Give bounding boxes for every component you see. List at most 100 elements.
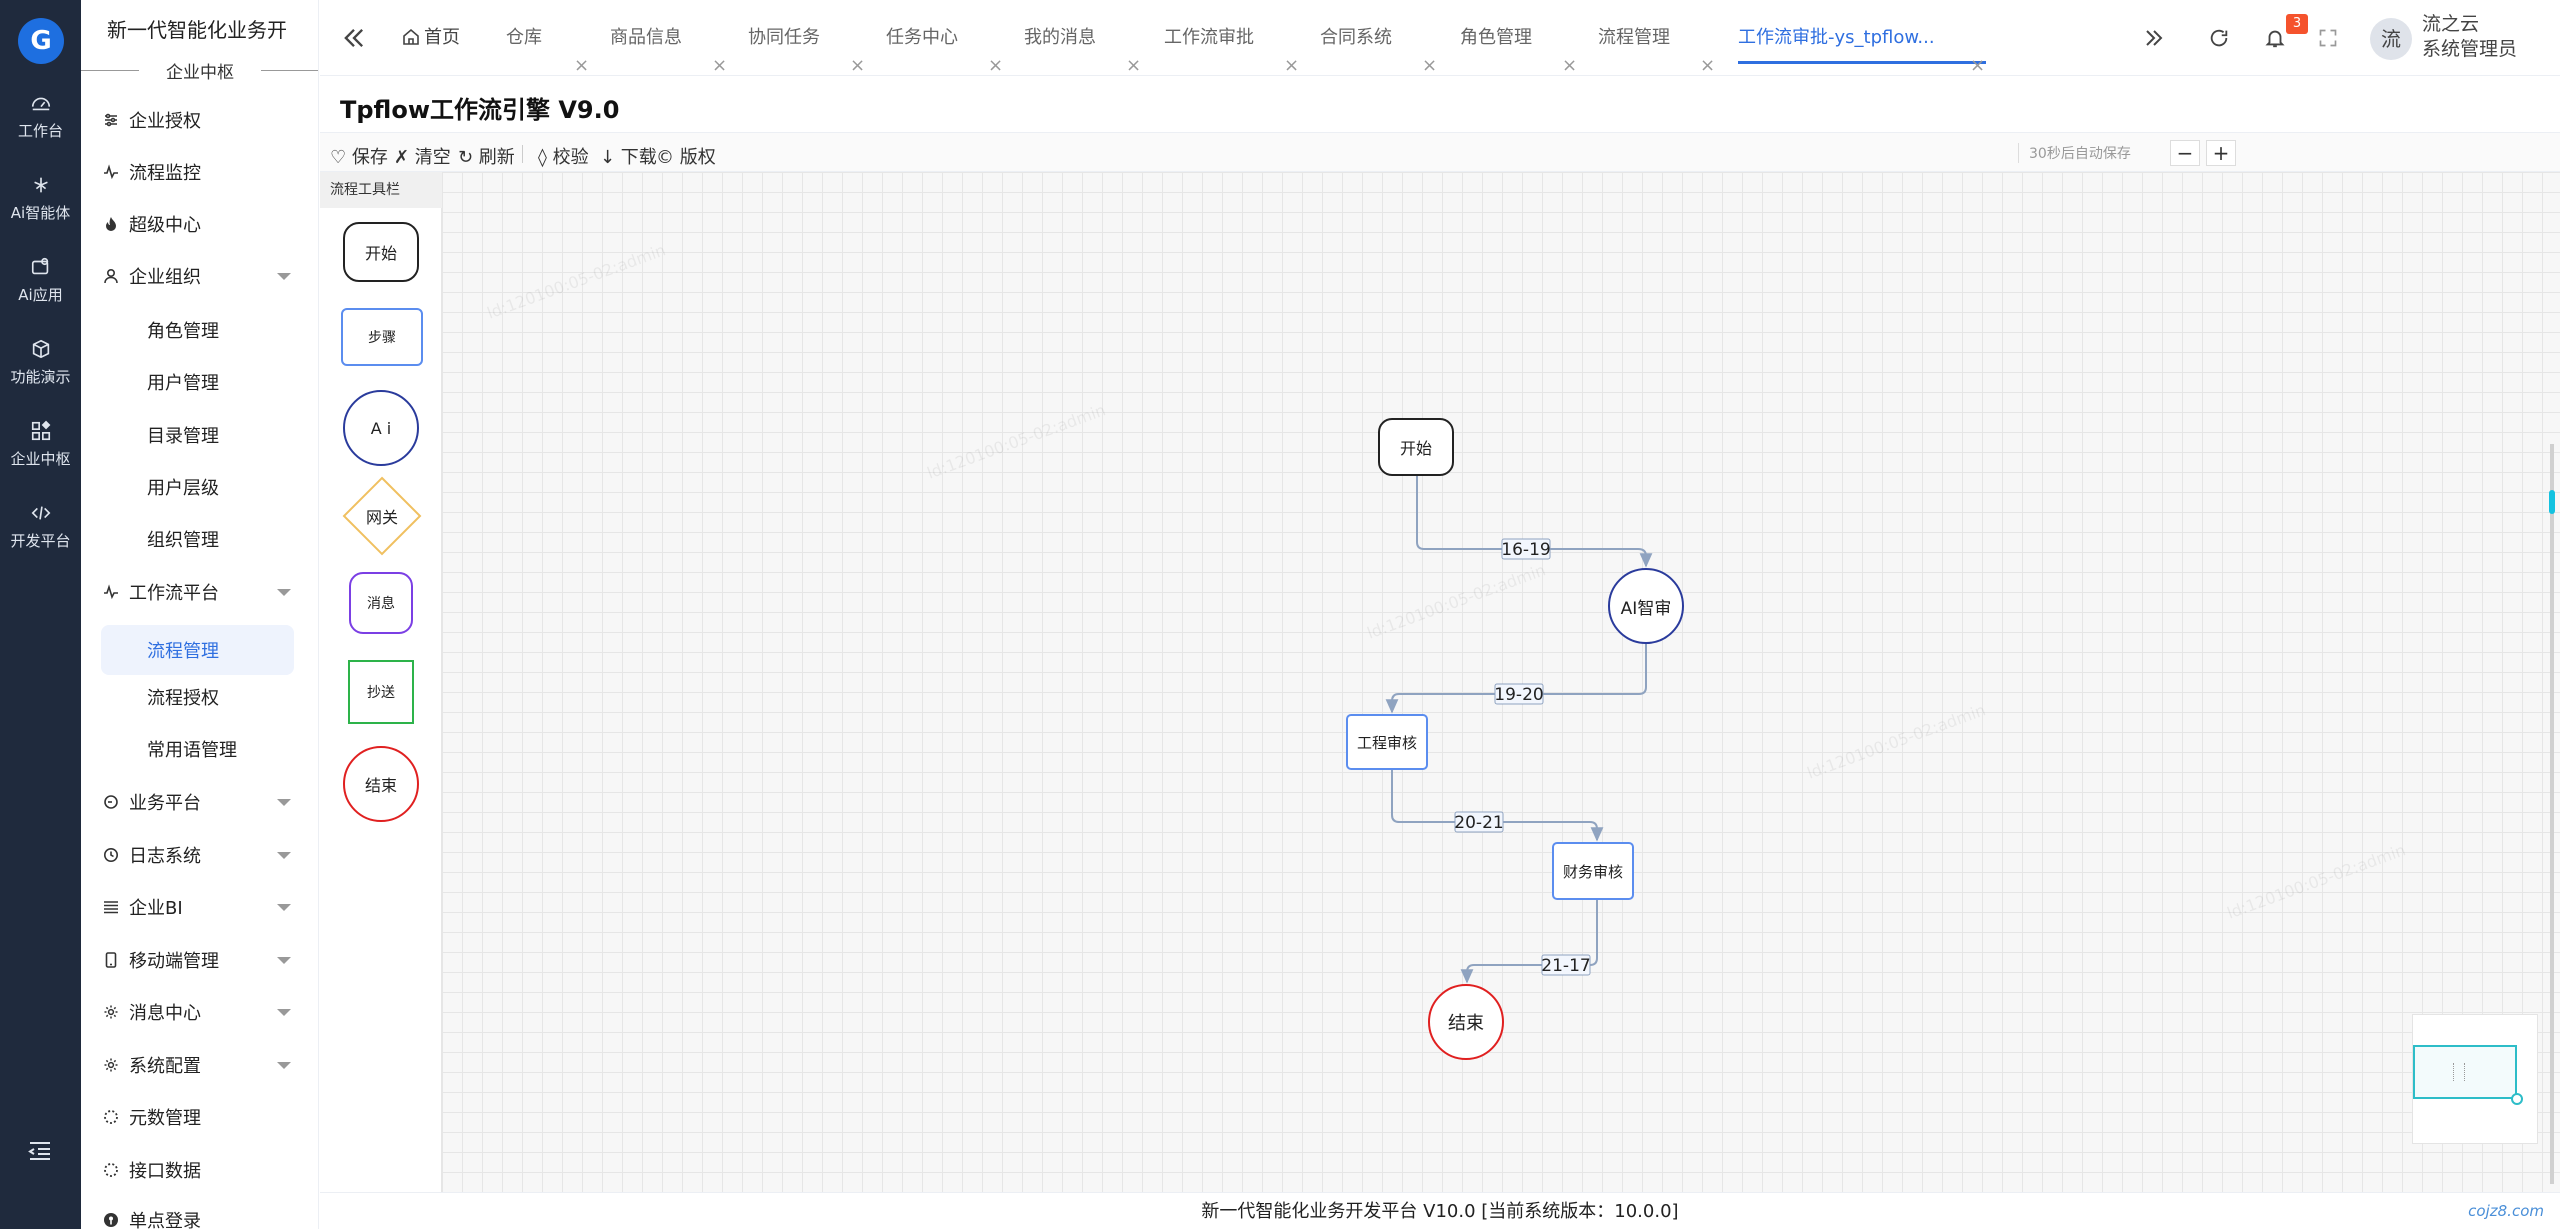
sidebar-item-label: 超级中心	[129, 215, 201, 236]
sidebar-item-enterprise-org[interactable]: 企业组织	[81, 256, 318, 296]
edge-label-21-17[interactable]: 21-17	[1541, 956, 1590, 976]
zoom-in-button[interactable]: +	[2206, 140, 2236, 166]
sidebar-item-label: 接口数据	[129, 1161, 201, 1182]
tab-label: 工作流审批	[1164, 27, 1254, 48]
flow-canvas[interactable]: ld:120100:05-02:admin ld:120100:05-02:ad…	[442, 172, 2560, 1229]
pulse-icon	[104, 584, 118, 600]
palette-message[interactable]: 消息	[349, 572, 413, 634]
sidebar-subitem-directory-mgmt[interactable]: 目录管理	[81, 415, 318, 455]
palette-start[interactable]: 开始	[343, 222, 419, 282]
avatar[interactable]: 流	[2370, 18, 2412, 60]
sidebar-item-metadata-mgmt[interactable]: 元数管理	[81, 1097, 318, 1137]
tab-label: 任务中心	[886, 27, 958, 48]
node-finance-review[interactable]: 财务审核	[1552, 842, 1634, 900]
sidebar-item-business-platform[interactable]: 业务平台	[81, 782, 318, 822]
sidebar-subitem-phrases-mgmt[interactable]: 常用语管理	[81, 729, 318, 769]
user-name[interactable]: 流之云 系统管理员	[2422, 12, 2517, 62]
rail-item-workbench[interactable]: 工作台	[0, 92, 81, 141]
tab-contract-system[interactable]: 合同系统 ×	[1320, 0, 1438, 76]
clear-button[interactable]: ✗ 清空	[394, 143, 451, 169]
double-chevron-right-icon[interactable]	[2142, 24, 2166, 52]
node-start[interactable]: 开始	[1378, 418, 1454, 476]
edge-label-20-21[interactable]: 20-21	[1454, 813, 1503, 833]
scroll-indicator[interactable]	[2549, 490, 2555, 514]
rail-item-dev-platform[interactable]: 开发平台	[0, 502, 81, 551]
sidebar-item-system-config[interactable]: 系统配置	[81, 1045, 318, 1085]
sidebar-subitem-org-mgmt[interactable]: 组织管理	[81, 519, 318, 559]
sidebar-item-api-data[interactable]: 接口数据	[81, 1150, 318, 1190]
rail-item-ai-app[interactable]: Ai应用	[0, 256, 81, 305]
sidebar-item-enterprise-bi[interactable]: 企业BI	[81, 887, 318, 927]
tab-task-center[interactable]: 任务中心 ×	[886, 0, 1004, 76]
tab-role-mgmt[interactable]: 角色管理 ×	[1460, 0, 1578, 76]
dots-circle-icon	[104, 1110, 118, 1124]
circle-icon	[104, 795, 118, 809]
tab-collab-tasks[interactable]: 协同任务 ×	[748, 0, 866, 76]
sidebar-item-log-system[interactable]: 日志系统	[81, 835, 318, 875]
palette-cc[interactable]: 抄送	[348, 660, 414, 724]
edge-label-19-20[interactable]: 19-20	[1494, 685, 1543, 705]
node-ai-review[interactable]: AI智审	[1608, 568, 1684, 644]
fullscreen-icon[interactable]	[2318, 24, 2338, 52]
sidebar-item-enterprise-auth[interactable]: 企业授权	[81, 100, 318, 140]
palette-ai[interactable]: A i	[343, 390, 419, 466]
tab-workflow-approval[interactable]: 工作流审批 ×	[1164, 0, 1299, 76]
rail-item-ai-agent[interactable]: Ai智能体	[0, 174, 81, 223]
rail-item-enterprise-hub[interactable]: 企业中枢	[0, 420, 81, 469]
canvas-minimap[interactable]	[2412, 1014, 2538, 1144]
tab-home[interactable]: 首页	[402, 0, 466, 64]
sidebar-subitem-flow-auth[interactable]: 流程授权	[81, 677, 318, 717]
tab-label: 我的消息	[1024, 27, 1096, 48]
zoom-out-button[interactable]: −	[2170, 140, 2200, 166]
sliders-icon	[105, 113, 117, 127]
tab-product-info[interactable]: 商品信息 ×	[610, 0, 728, 76]
refresh-icon[interactable]	[2208, 24, 2230, 52]
sidebar-subitem-user-mgmt[interactable]: 用户管理	[81, 362, 318, 402]
flame-icon	[106, 217, 116, 231]
save-button[interactable]: ♡ 保存	[330, 143, 388, 169]
copyright-button[interactable]: © 版权	[656, 143, 716, 169]
sidebar-item-super-center[interactable]: 超级中心	[81, 204, 318, 244]
sidebar-item-workflow-platform[interactable]: 工作流平台	[81, 572, 318, 612]
minimap-resize-handle[interactable]	[2511, 1093, 2523, 1105]
app-logo[interactable]: G	[18, 18, 64, 64]
sidebar-subitem-flow-mgmt[interactable]: 流程管理	[101, 625, 294, 675]
node-end[interactable]: 结束	[1428, 984, 1504, 1060]
edge-label-16-19[interactable]: 16-19	[1501, 540, 1550, 560]
rail-item-demo[interactable]: 功能演示	[0, 338, 81, 387]
footer-text: 新一代智能化业务开发平台 V10.0 [当前系统版本：10.0.0]	[1201, 1201, 1679, 1222]
phone-icon	[105, 952, 117, 968]
sidebar-item-flow-monitor[interactable]: 流程监控	[81, 152, 318, 192]
minimap-viewport[interactable]	[2413, 1045, 2517, 1099]
download-button[interactable]: ↓ 下载	[600, 143, 657, 169]
tab-label: 商品信息	[610, 27, 682, 48]
sidebar-subitem-user-level[interactable]: 用户层级	[81, 467, 318, 507]
validate-button[interactable]: ◊ 校验	[538, 143, 589, 169]
menu-indent-icon[interactable]	[28, 1141, 52, 1161]
node-engineering-review[interactable]: 工程审核	[1346, 714, 1428, 770]
tab-my-messages[interactable]: 我的消息 ×	[1024, 0, 1142, 76]
rail-item-label: 企业中枢	[10, 450, 71, 468]
chevron-down-icon	[277, 589, 291, 596]
palette-step[interactable]: 步骤	[341, 308, 423, 366]
page-vertical-scrollbar[interactable]	[2550, 444, 2554, 1184]
collapse-double-left-icon[interactable]	[340, 24, 368, 52]
sidebar-item-label: 工作流平台	[129, 583, 219, 604]
sidebar-item-mobile-mgmt[interactable]: 移动端管理	[81, 940, 318, 980]
sidebar-item-label: 消息中心	[129, 1003, 201, 1024]
code-icon	[31, 506, 50, 520]
top-bar: 首页 仓库 × 商品信息 × 协同任务 × 任务中心 × 我的消息 × 工作流审…	[320, 0, 2560, 76]
refresh-button[interactable]: ↻ 刷新	[458, 143, 515, 169]
bell-icon[interactable]	[2264, 24, 2286, 52]
tab-warehouse[interactable]: 仓库 ×	[506, 0, 589, 76]
palette-end[interactable]: 结束	[343, 746, 419, 822]
tab-label: 首页	[424, 27, 460, 48]
sidebar-subitem-role-mgmt[interactable]: 角色管理	[81, 310, 318, 350]
sidebar-item-message-center[interactable]: 消息中心	[81, 992, 318, 1032]
palette-gateway[interactable]: 网关	[342, 476, 422, 556]
footer-site-mark: cojz8.com	[2468, 1202, 2544, 1220]
tab-flow-mgmt[interactable]: 流程管理 ×	[1598, 0, 1716, 76]
sidebar-item-sso[interactable]: 单点登录	[81, 1200, 318, 1229]
tab-workflow-approval-ys[interactable]: 工作流审批-ys_tpflow... ×	[1724, 0, 1992, 76]
chevron-down-icon	[277, 273, 291, 280]
